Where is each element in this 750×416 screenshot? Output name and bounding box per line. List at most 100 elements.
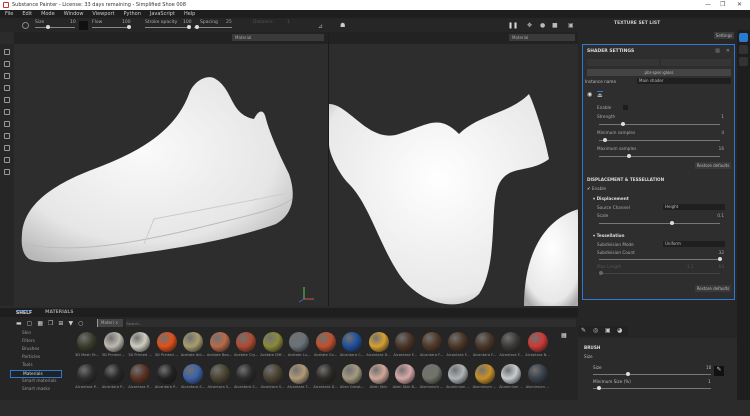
scale-value[interactable]: 0.1 <box>717 213 724 218</box>
lazy-mouse-icon[interactable]: ☗ <box>340 22 345 29</box>
instance-name-input[interactable]: Main shader <box>637 78 731 84</box>
material-thumbnail[interactable]: Alcantara C... <box>339 332 365 357</box>
menu-mode[interactable]: Mode <box>41 10 55 18</box>
material-thumbnail[interactable]: Alcantara P... <box>74 364 100 389</box>
material-thumbnail[interactable]: Aluminium ... <box>498 364 524 389</box>
shader-tab-left[interactable] <box>587 59 659 66</box>
move-tool-icon[interactable]: ✥ <box>527 22 532 29</box>
material-thumbnail[interactable]: Aluminium ... <box>445 364 471 389</box>
viewport-2d[interactable]: Material <box>328 32 579 306</box>
material-thumbnail[interactable]: Alcantara S... <box>207 364 233 389</box>
subdivision-count-value[interactable]: 32 <box>719 250 724 255</box>
material-thumbnail[interactable]: Alcantara S... <box>260 364 286 389</box>
grid-view-icon[interactable]: ▦ <box>561 332 567 339</box>
viewer-settings-tab-icon[interactable] <box>739 57 748 66</box>
minimize-button[interactable]: — <box>705 0 711 10</box>
material-thumbnail[interactable]: Alcantara T... <box>286 364 312 389</box>
scale-slider-handle[interactable] <box>669 221 674 225</box>
material-thumbnail[interactable]: Aluminium ... <box>525 364 551 389</box>
clone-tool-icon[interactable] <box>4 109 10 115</box>
projection-tool-icon[interactable] <box>4 73 10 79</box>
min-size-handle[interactable] <box>596 386 601 390</box>
menu-viewport[interactable]: Viewport <box>92 10 114 18</box>
scale-slider[interactable] <box>599 221 720 225</box>
shelf-tree-item[interactable]: Filters <box>10 338 62 346</box>
export-icon[interactable] <box>4 157 10 163</box>
subdivision-count-handle[interactable] <box>718 257 722 261</box>
min-size-value[interactable]: 1 <box>708 379 711 384</box>
shader-settings-tab-icon[interactable] <box>739 33 748 42</box>
material-thumbnail[interactable]: Alcantara P... <box>154 364 180 389</box>
strength-value[interactable]: 1 <box>721 114 724 119</box>
paint-tool-icon[interactable] <box>4 49 10 55</box>
subdivision-mode-select[interactable]: Uniform <box>663 241 725 247</box>
spacing-value[interactable]: 25 <box>226 20 232 25</box>
brush-props-icon[interactable]: ✎ <box>581 327 586 334</box>
tab-materials[interactable]: MATERIALS <box>45 310 74 315</box>
viewport-2d-mode-select[interactable]: Material <box>509 34 575 41</box>
subdivision-count-slider[interactable] <box>599 257 722 261</box>
pen-pressure-icon[interactable]: ✎ <box>714 366 724 376</box>
brush-size-value[interactable]: 10 <box>706 365 711 370</box>
brush-shape-icon[interactable] <box>22 22 29 29</box>
layer-icon[interactable] <box>4 145 10 151</box>
menu-javascript[interactable]: JavaScript <box>150 10 175 18</box>
material-thumbnail[interactable]: Alcantara D... <box>366 332 392 357</box>
material-thumbnail[interactable]: Alcantara F... <box>419 332 445 357</box>
shelf-tree-item[interactable]: Tools <box>10 362 62 370</box>
material-props-icon[interactable]: ◎ <box>593 327 598 334</box>
pause-icon[interactable]: ❚❚ <box>508 22 518 29</box>
flow-slider-handle[interactable] <box>127 25 131 29</box>
menu-window[interactable]: Window <box>64 10 84 18</box>
menu-file[interactable]: File <box>5 10 13 18</box>
close-panel-icon[interactable]: ✕ <box>726 48 730 54</box>
material-thumbnail[interactable]: Alien Growt... <box>339 364 365 389</box>
max-samples-value[interactable]: 16 <box>719 146 724 151</box>
brush-icon[interactable] <box>79 21 88 30</box>
list-icon[interactable]: ▦ <box>37 320 43 327</box>
brush-size-handle[interactable] <box>626 372 631 376</box>
dock-icon[interactable]: ▥ <box>715 48 720 54</box>
min-samples-value[interactable]: 4 <box>721 130 724 135</box>
filter-icon[interactable]: ▼ <box>68 320 73 327</box>
shelf-tree-item[interactable]: Skin <box>10 330 62 338</box>
menu-help[interactable]: Help <box>184 10 195 18</box>
brush-size-slider[interactable] <box>593 372 711 376</box>
material-thumbnail[interactable]: Alcantara F... <box>472 332 498 357</box>
menu-python[interactable]: Python <box>124 10 141 18</box>
material-thumbnail[interactable]: Aluminium ... <box>419 364 445 389</box>
material-thumbnail[interactable]: 3D Printed ... <box>101 332 127 357</box>
polygon-fill-icon[interactable] <box>4 85 10 91</box>
stroke-opacity-slider[interactable] <box>145 27 191 28</box>
material-thumbnail[interactable]: Alien Skin B... <box>392 364 418 389</box>
texture-set-settings-button[interactable]: Settings <box>714 32 734 39</box>
folder-icon[interactable]: ▬ <box>16 320 22 327</box>
screenshot-icon[interactable]: ▣ <box>568 22 574 29</box>
material-thumbnail[interactable]: Alcantara D... <box>313 364 339 389</box>
shader-tab-right[interactable] <box>661 59 731 66</box>
material-thumbnail[interactable]: Acetate Cry... <box>233 332 259 357</box>
symmetry-icon[interactable]: ⊿ <box>318 23 323 30</box>
eraser-tool-icon[interactable] <box>4 61 10 67</box>
min-samples-slider-handle[interactable] <box>603 138 608 142</box>
material-thumbnail[interactable]: 3D Printed ... <box>127 332 153 357</box>
light-icon[interactable]: ● <box>540 22 545 29</box>
ao-enable-checkbox[interactable] <box>623 105 628 110</box>
shelf-tree-item[interactable]: Brushes <box>10 346 62 354</box>
material-thumbnail[interactable]: Alcantara F... <box>392 332 418 357</box>
new-folder-icon[interactable]: ▢ <box>27 320 33 327</box>
environment-icon[interactable]: ⏏ <box>597 91 603 99</box>
tab-shelf[interactable]: SHELF <box>16 310 33 316</box>
material-thumbnail[interactable]: Aluminium ... <box>472 364 498 389</box>
restore-defaults-button-2[interactable]: Restore defaults <box>695 285 731 292</box>
size-value[interactable]: 10 <box>70 20 76 25</box>
import-icon[interactable]: ⊞ <box>58 320 63 327</box>
material-thumbnail[interactable]: Alcantara P... <box>127 364 153 389</box>
material-thumbnail[interactable]: Alcantara F... <box>445 332 471 357</box>
display-settings-tab-icon[interactable] <box>739 45 748 54</box>
material-thumbnail[interactable]: Alcantara N... <box>525 332 551 357</box>
menu-edit[interactable]: Edit <box>22 10 32 18</box>
material-thumbnail[interactable]: Acetate Lu... <box>286 332 312 357</box>
size-slider-handle[interactable] <box>46 25 50 29</box>
material-thumbnail[interactable]: Alcantara P... <box>101 364 127 389</box>
